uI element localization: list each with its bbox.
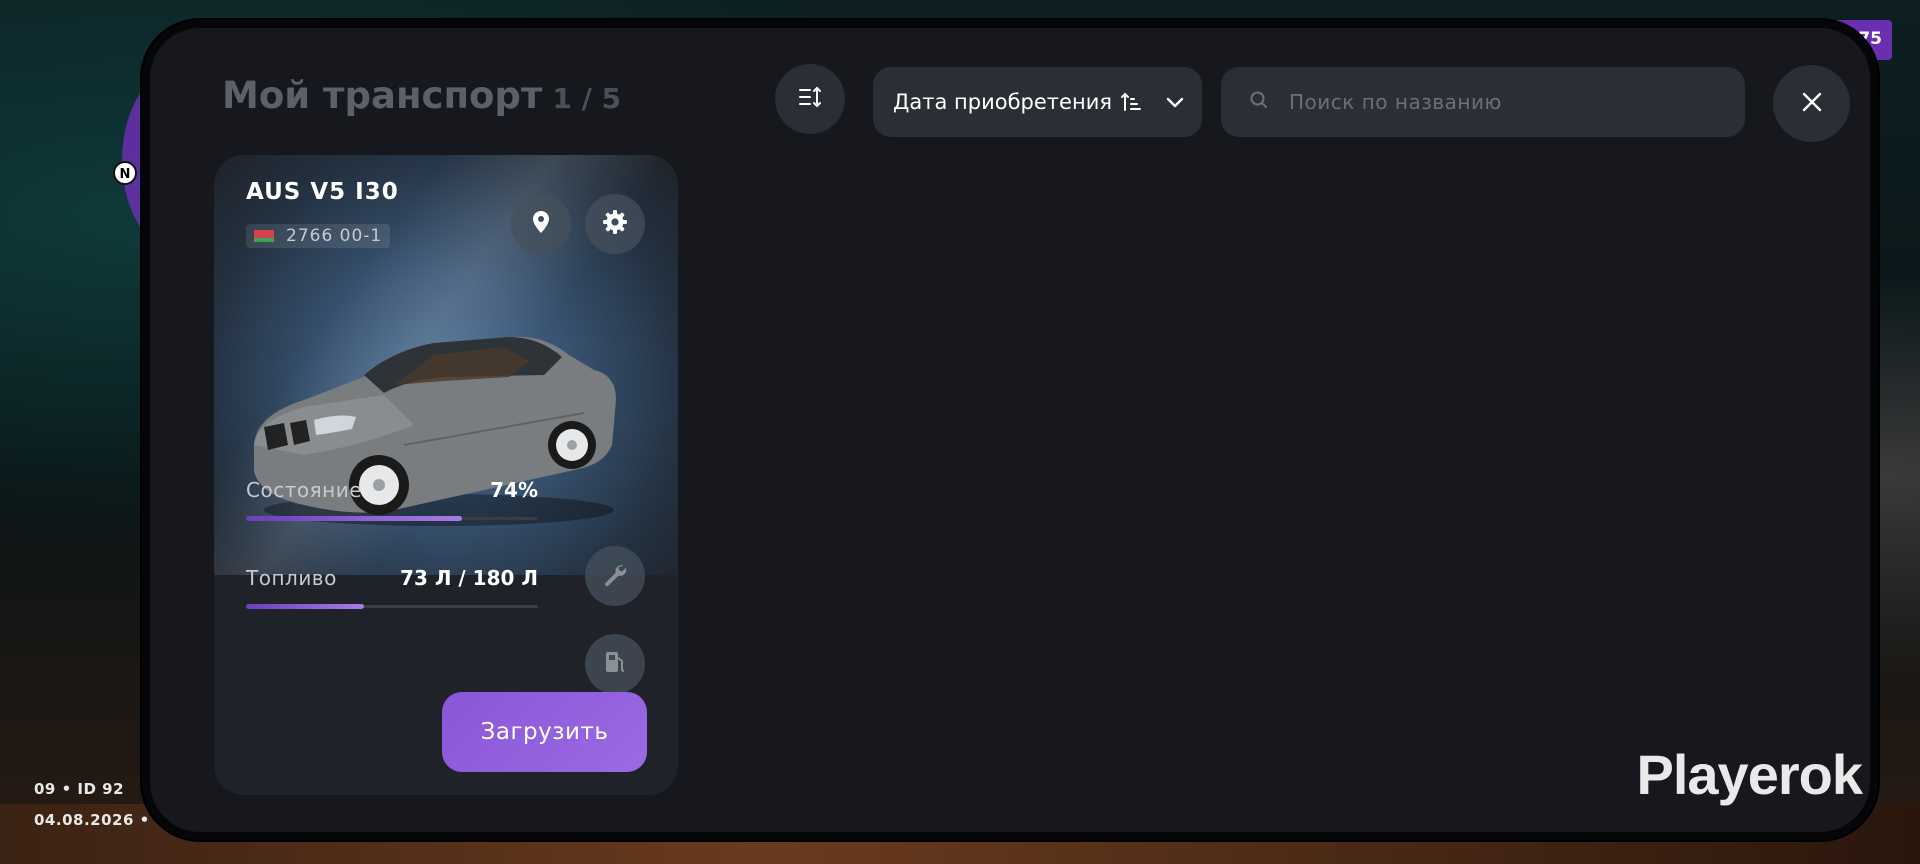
flag-icon (254, 230, 274, 242)
playerok-watermark: Playerok (1636, 743, 1863, 806)
close-icon (1799, 89, 1825, 119)
chevron-down-icon (1164, 91, 1186, 118)
locate-vehicle-button[interactable] (511, 194, 571, 254)
load-vehicle-button[interactable]: Загрузить (442, 692, 647, 772)
sort-dropdown-value: Дата приобретения (893, 90, 1112, 114)
hud-server-id: 09 • ID 92 (34, 780, 125, 798)
fuel-bar-fill (246, 604, 365, 609)
my-transport-panel: Мой транспорт 1 / 5 Дата приобретения По… (142, 20, 1878, 840)
sort-dropdown[interactable]: Дата приобретения (873, 67, 1202, 137)
sort-toggle-button[interactable] (775, 64, 845, 134)
vehicle-count: 1 / 5 (552, 82, 622, 115)
vehicle-settings-button[interactable] (585, 194, 645, 254)
vehicle-card: AUS V5 I30 2766 00-1 Состояние 74% Топли… (214, 155, 678, 795)
minimap-north-marker: N (113, 161, 137, 185)
license-plate: 2766 00-1 (246, 224, 391, 248)
wrench-icon (602, 561, 628, 591)
hud-date: 04.08.2026 • · (34, 811, 162, 829)
search-input[interactable] (1289, 90, 1719, 114)
close-button[interactable] (1773, 65, 1850, 142)
sort-lines-icon (797, 84, 823, 114)
page-title-text: Мой транспорт (222, 74, 543, 117)
fuel-pump-icon (603, 649, 627, 679)
fuel-label: Топливо (246, 566, 337, 590)
condition-label: Состояние (246, 478, 362, 502)
refuel-button[interactable] (585, 634, 645, 694)
sort-ascending-icon (1120, 91, 1142, 113)
fuel-value: 73 Л / 180 Л (400, 566, 538, 590)
map-pin-icon (530, 210, 552, 238)
search-box (1221, 67, 1745, 137)
fuel-bar (246, 604, 538, 609)
search-icon (1249, 90, 1269, 114)
repair-button[interactable] (585, 546, 645, 606)
vehicle-name: AUS V5 I30 (246, 179, 399, 205)
page-title: Мой транспорт 1 / 5 (222, 74, 621, 117)
condition-bar-fill (246, 516, 463, 521)
license-plate-number: 2766 00-1 (286, 226, 383, 246)
gear-icon (602, 209, 628, 239)
condition-bar (246, 516, 538, 521)
condition-value: 74% (490, 478, 538, 502)
